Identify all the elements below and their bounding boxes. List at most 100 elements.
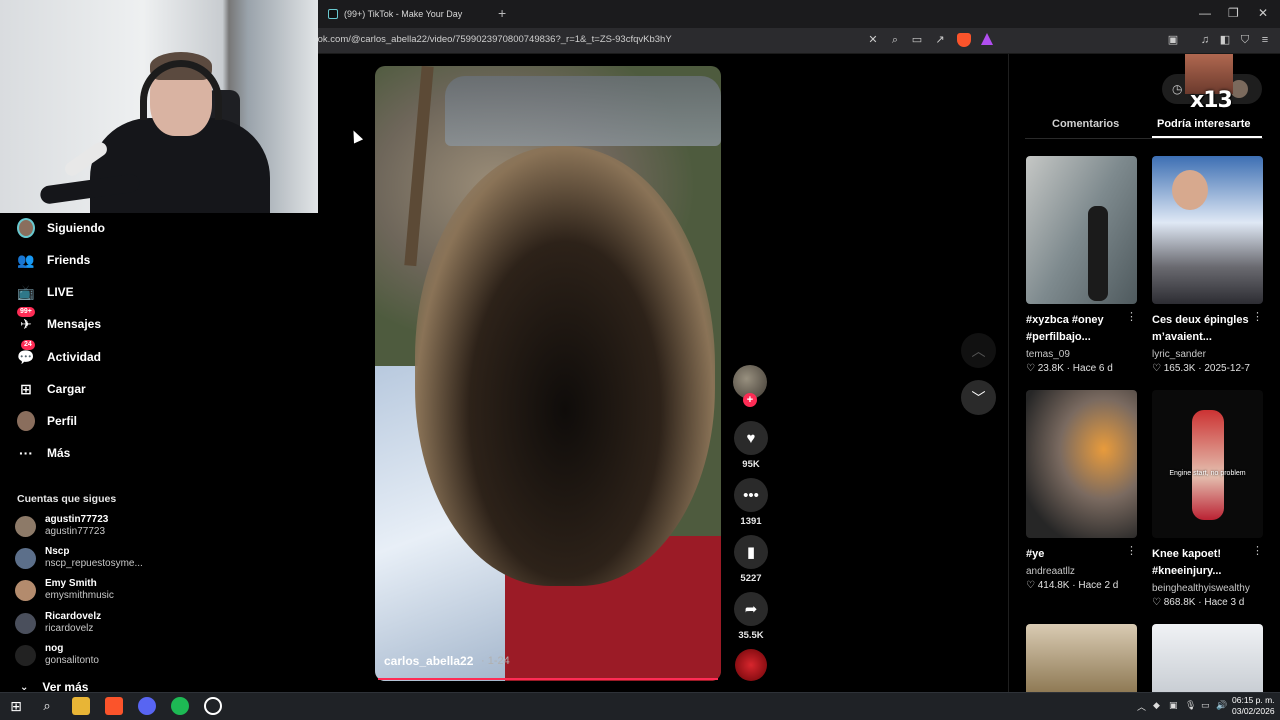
nav-siguiendo[interactable]: Siguiendo xyxy=(17,216,217,240)
activity-badge: 24 xyxy=(21,340,35,350)
zoom-icon[interactable]: ⌕ xyxy=(888,33,902,47)
nav-label: Actividad xyxy=(47,350,102,364)
follow-plus-icon[interactable]: + xyxy=(743,393,757,407)
network-icon[interactable]: ▭ xyxy=(1201,700,1210,711)
comment-icon: ••• xyxy=(734,478,768,512)
recommended-card[interactable]: #xyzbca #oney #perfilbajo... ⋮ temas_09 … xyxy=(1026,156,1137,374)
card-likes: 165.3K xyxy=(1163,363,1196,374)
more-options-icon[interactable]: ⋮ xyxy=(1126,310,1137,323)
card-thumbnail[interactable] xyxy=(1026,624,1137,692)
card-thumbnail[interactable] xyxy=(1152,624,1263,692)
save-button[interactable]: ▮ 5227 xyxy=(734,535,768,584)
brave-rewards-icon[interactable] xyxy=(981,33,993,45)
music-disc-icon[interactable] xyxy=(735,649,767,681)
sidebar-toggle-icon[interactable]: ◧ xyxy=(1218,33,1232,47)
comment-button[interactable]: ••• 1391 xyxy=(734,478,768,527)
media-icon[interactable]: ♫ xyxy=(1198,33,1212,47)
account-name: agustin77723 xyxy=(45,514,109,525)
tray-chevron-icon[interactable]: ︿ xyxy=(1137,700,1146,713)
discord-icon[interactable] xyxy=(138,697,156,715)
clock-date: 03/02/2026 xyxy=(1232,706,1275,716)
video-progress-bar[interactable] xyxy=(378,678,718,680)
search-icon[interactable]: ⌕ xyxy=(38,697,56,715)
share-icon[interactable]: ↗ xyxy=(933,33,947,47)
card-thumbnail[interactable] xyxy=(1026,156,1137,304)
previous-video-button[interactable]: ︿ xyxy=(961,333,996,368)
nav-mas[interactable]: ··· Más xyxy=(17,441,217,465)
video-player[interactable] xyxy=(375,66,721,681)
nav-actividad[interactable]: 💬 24 Actividad xyxy=(17,340,217,369)
save-count: 5227 xyxy=(740,573,762,584)
account-name: Ricardovelz xyxy=(45,611,102,622)
nav-perfil[interactable]: Perfil xyxy=(17,409,217,433)
thumb-caption: Engine start, no problem xyxy=(1169,470,1246,477)
taskbar-clock[interactable]: 06:15 p. m. 03/02/2026 xyxy=(1232,695,1275,717)
nav-cargar[interactable]: ⊞ Cargar xyxy=(17,377,217,401)
card-user[interactable]: beinghealthyiswealthy xyxy=(1152,583,1263,594)
tab-recommended[interactable]: Podría interesarte xyxy=(1157,118,1251,130)
upload-icon: ⊞ xyxy=(20,380,32,397)
tab-comments[interactable]: Comentarios xyxy=(1052,118,1119,130)
card-user[interactable]: andreaatllz xyxy=(1026,566,1137,577)
card-user[interactable]: lyric_sander xyxy=(1152,349,1263,360)
more-icon: ··· xyxy=(19,445,33,461)
like-button[interactable]: ♥ 95K xyxy=(734,421,768,470)
volume-icon[interactable]: 🔊 xyxy=(1216,700,1227,711)
brave-shield-icon[interactable] xyxy=(957,33,971,47)
vpn-shield-icon[interactable]: ⛉ xyxy=(1238,33,1252,47)
card-title[interactable]: Ces deux épingles m’avaient... xyxy=(1152,312,1252,346)
tray-app-icon[interactable]: ◆ xyxy=(1153,700,1160,711)
file-explorer-icon[interactable] xyxy=(72,697,90,715)
clock-icon[interactable]: ◷ xyxy=(1172,82,1182,96)
restore-button[interactable]: ❐ xyxy=(1228,6,1239,20)
followed-account[interactable]: Ricardovelz ricardovelz xyxy=(15,608,215,638)
more-options-icon[interactable]: ⋮ xyxy=(1252,544,1263,557)
card-thumbnail[interactable] xyxy=(1026,390,1137,538)
followed-account[interactable]: nog gonsalitonto xyxy=(15,640,215,670)
card-likes: 23.8K xyxy=(1037,363,1064,374)
more-options-icon[interactable]: ⋮ xyxy=(1252,310,1263,323)
new-tab-button[interactable]: + xyxy=(498,5,506,21)
card-title[interactable]: Knee kapoet! #kneeinjury... xyxy=(1152,546,1252,580)
brave-browser-icon[interactable] xyxy=(105,697,123,715)
clock-time: 06:15 p. m. xyxy=(1232,695,1275,705)
menu-icon[interactable]: ≡ xyxy=(1258,33,1272,47)
spotify-icon[interactable] xyxy=(171,697,189,715)
obs-icon[interactable] xyxy=(204,697,222,715)
more-options-icon[interactable]: ⋮ xyxy=(1126,544,1137,557)
card-date: Hace 3 d xyxy=(1204,597,1245,608)
live-icon: 📺 xyxy=(17,283,35,300)
nav-friends[interactable]: 👥 Friends xyxy=(17,248,217,272)
translate-off-icon[interactable]: ✕ xyxy=(866,33,880,47)
nav-mensajes[interactable]: ✈ 99+ Mensajes xyxy=(17,307,217,336)
url-input[interactable]: tok.com/@carlos_abella22/video/759902397… xyxy=(315,34,672,45)
close-window-button[interactable]: ✕ xyxy=(1258,6,1268,20)
nav-live[interactable]: 📺 LIVE xyxy=(17,280,217,304)
chevron-down-icon: ﹀ xyxy=(971,389,986,406)
recommended-card[interactable]: #ye ⋮ andreaatllz ♡ 414.8K · Hace 2 d xyxy=(1026,390,1137,591)
recommended-card[interactable]: Engine start, no problem Knee kapoet! #k… xyxy=(1152,390,1263,608)
account-avatar xyxy=(15,612,36,634)
card-thumbnail[interactable] xyxy=(1152,156,1263,304)
windows-start-icon[interactable]: ⊞ xyxy=(7,697,25,715)
card-thumbnail[interactable]: Engine start, no problem xyxy=(1152,390,1263,538)
followed-account[interactable]: Nscp nscp_repuestosyme... xyxy=(15,543,215,573)
card-title[interactable]: #ye xyxy=(1026,546,1126,563)
next-video-button[interactable]: ﹀ xyxy=(961,380,996,415)
heart-outline-icon: ♡ xyxy=(1152,363,1164,374)
microphone-icon[interactable]: 🎙 xyxy=(1185,700,1196,711)
followed-account[interactable]: agustin77723 agustin77723 xyxy=(15,511,215,541)
card-user[interactable]: temas_09 xyxy=(1026,349,1137,360)
browser-tab[interactable]: (99+) TikTok - Make Your Day xyxy=(328,4,488,24)
cast-icon[interactable]: ▭ xyxy=(910,33,924,47)
minimize-button[interactable]: — xyxy=(1199,6,1211,20)
followed-account[interactable]: Emy Smith emysmithmusic xyxy=(15,575,215,605)
recommended-card[interactable]: Ces deux épingles m’avaient... ⋮ lyric_s… xyxy=(1152,156,1263,374)
card-title[interactable]: #xyzbca #oney #perfilbajo... xyxy=(1026,312,1126,346)
share-button[interactable]: ➦ 35.5K xyxy=(734,592,768,641)
video-author[interactable]: carlos_abella22 xyxy=(384,654,473,668)
tray-app-icon[interactable]: ▣ xyxy=(1169,700,1178,711)
account-name: Emy Smith xyxy=(45,578,97,589)
account-handle: gonsalitonto xyxy=(45,655,99,666)
reader-icon[interactable]: ▣ xyxy=(1166,33,1180,47)
